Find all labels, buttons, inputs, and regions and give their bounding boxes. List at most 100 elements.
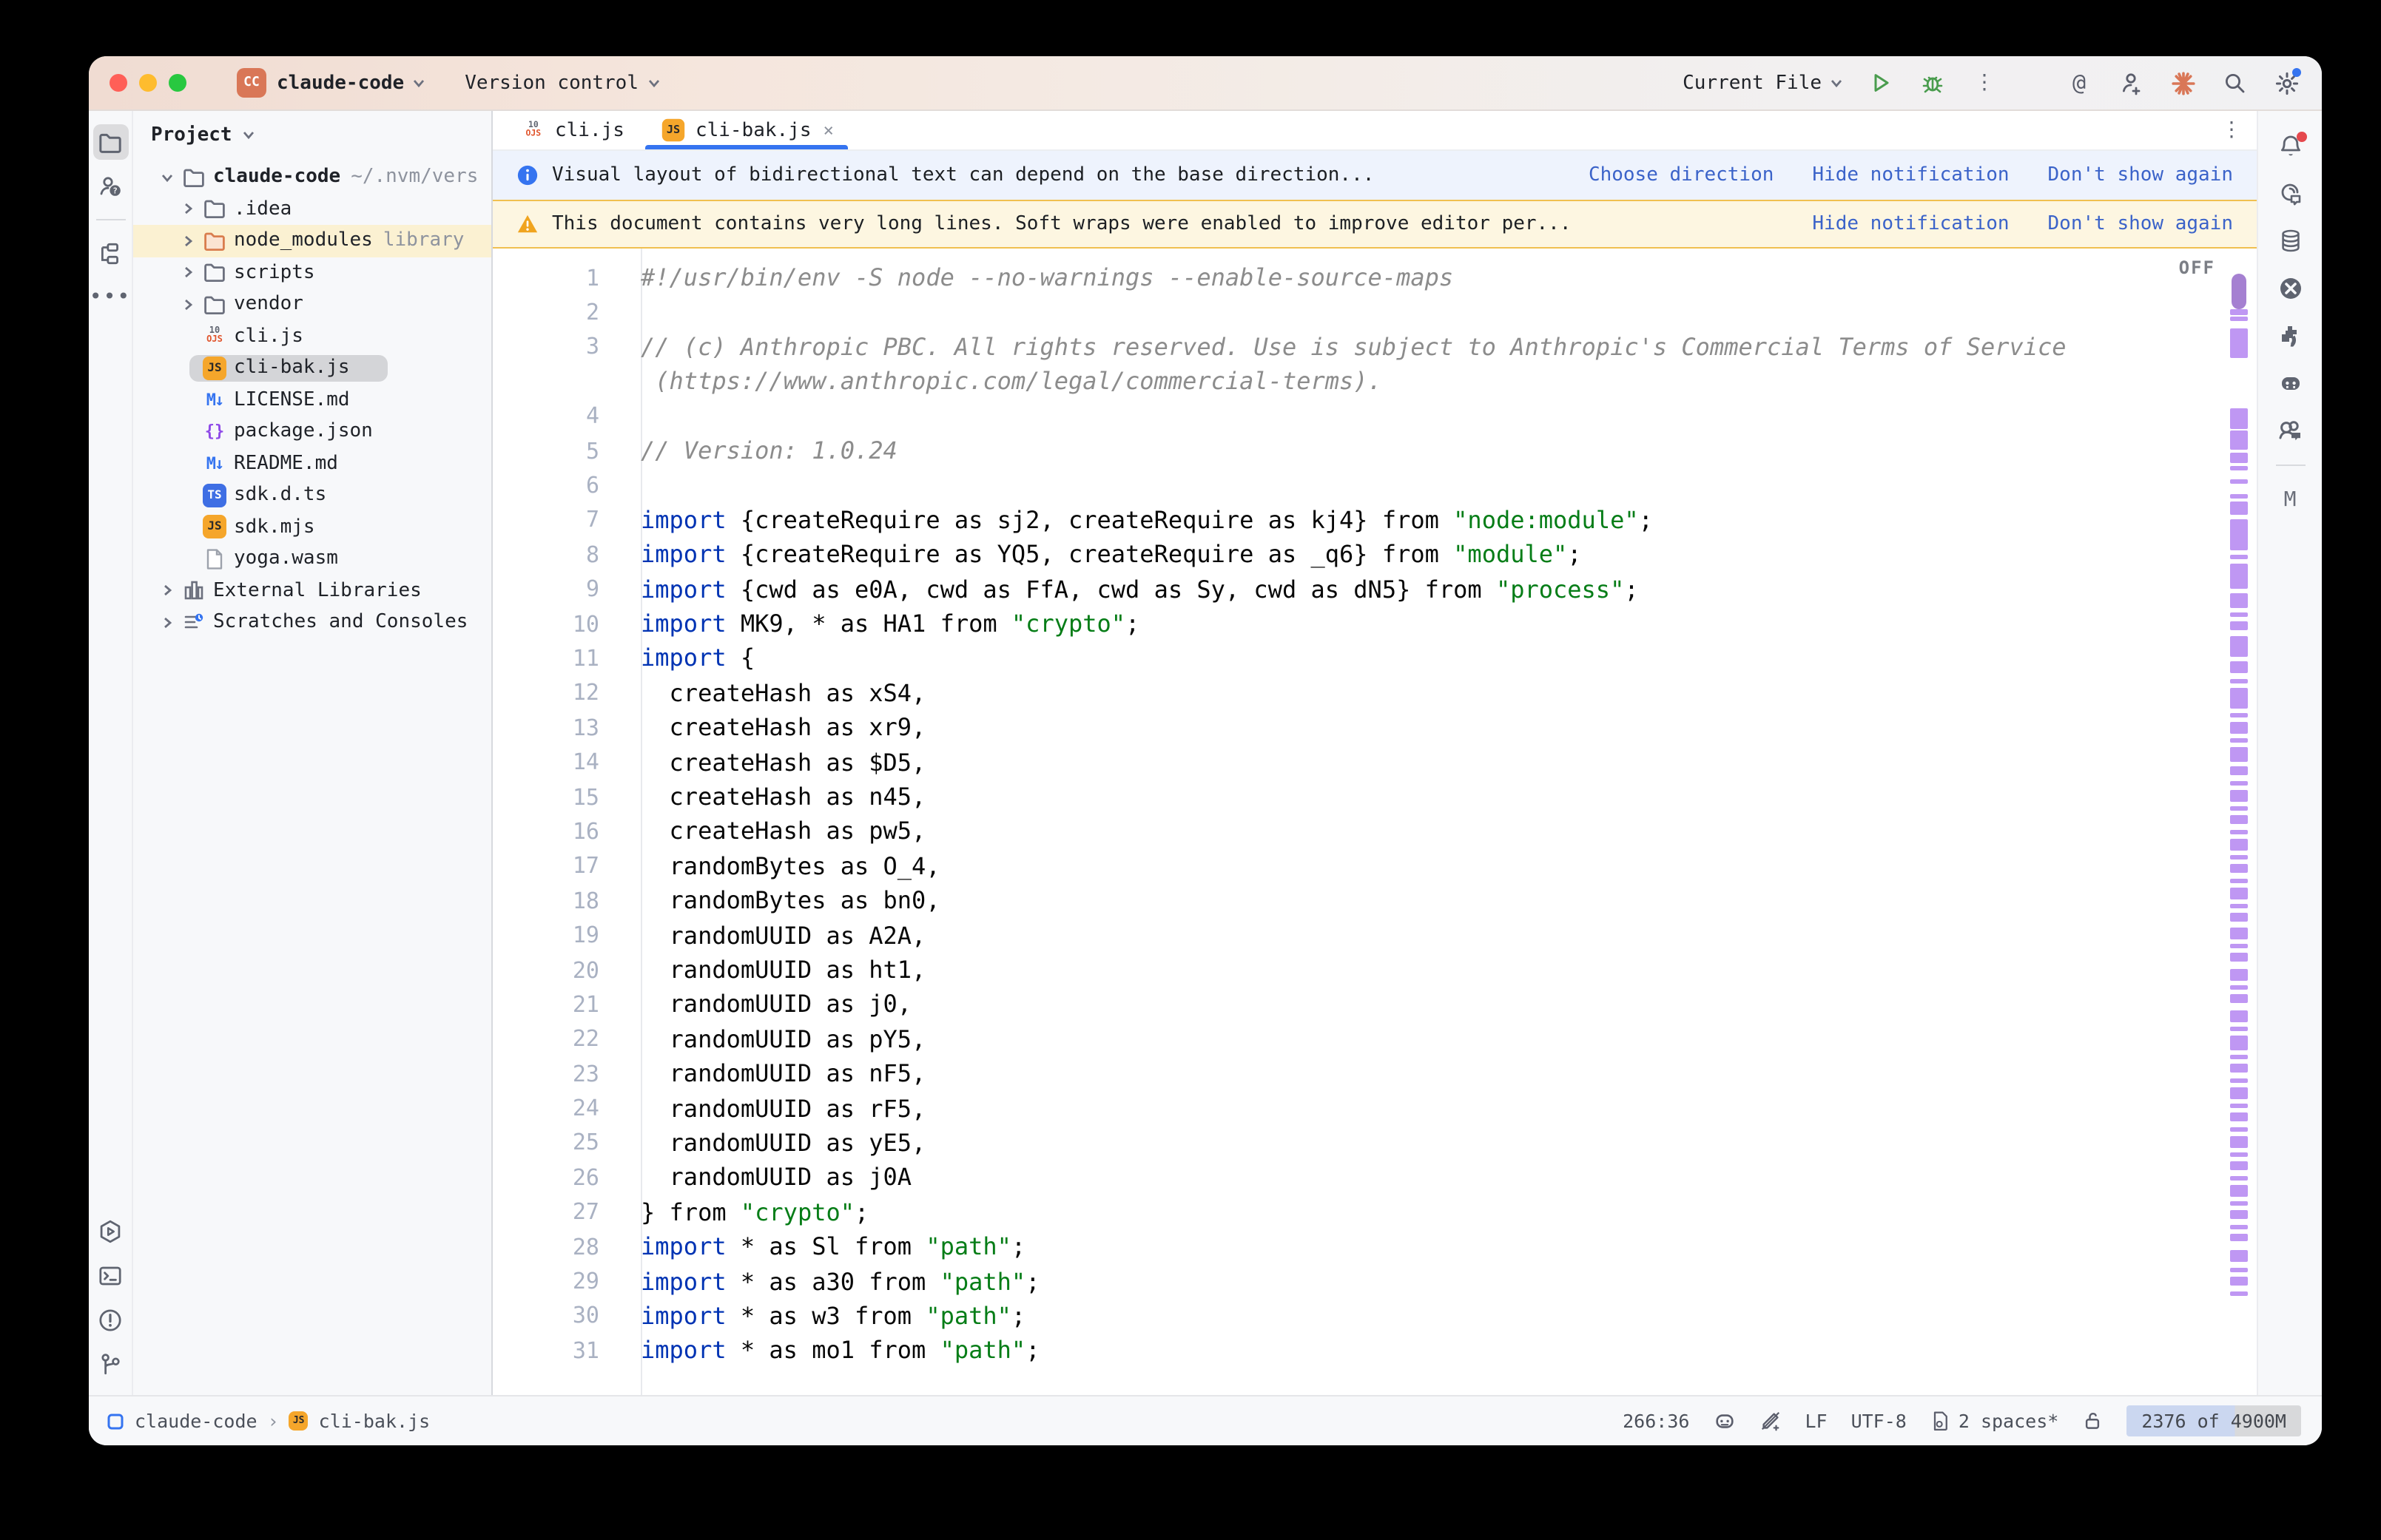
- tree-item-yoga.wasm[interactable]: yoga.wasm: [133, 543, 491, 575]
- tree-item-scripts[interactable]: scripts: [133, 257, 491, 288]
- vcs-change-marker: [2230, 1027, 2248, 1031]
- chevron-right-icon[interactable]: [175, 202, 201, 217]
- chevron-right-icon[interactable]: [154, 584, 181, 598]
- tool-window-button-people-chat[interactable]: [2272, 413, 2308, 448]
- lock-open-icon[interactable]: [2082, 1410, 2103, 1432]
- line-separator-widget[interactable]: LF: [1805, 1410, 1827, 1432]
- tool-window-button-project[interactable]: [92, 124, 128, 160]
- code-editor[interactable]: 1#!/usr/bin/env -S node --no-warnings --…: [493, 249, 2257, 1395]
- code-text: randomUUID as ht1,: [641, 956, 926, 984]
- tree-item-claude-code[interactable]: claude-code~/.nvm/vers: [133, 161, 491, 193]
- readonly-pen-icon[interactable]: [1759, 1410, 1781, 1432]
- vcs-widget[interactable]: Version control: [465, 72, 661, 94]
- tool-window-button-notifications[interactable]: [2272, 129, 2308, 164]
- external-lib-icon: [181, 579, 207, 603]
- soft-wrap-indicator[interactable]: OFF: [2179, 257, 2215, 278]
- vcs-change-marker: [2230, 430, 2248, 450]
- tree-item-.idea[interactable]: .idea: [133, 193, 491, 225]
- banner-link-hide-notification[interactable]: Hide notification: [1812, 213, 2009, 235]
- indent-widget[interactable]: 2 spaces*: [1930, 1410, 2058, 1432]
- tree-item-suffix: library: [383, 230, 465, 252]
- search-everywhere-icon[interactable]: [2220, 68, 2249, 98]
- code-line: 4: [493, 399, 2257, 433]
- code-text: createHash as n45,: [641, 783, 926, 811]
- tree-item-label: cli-bak.js: [234, 357, 350, 379]
- tool-window-button-terminal[interactable]: [92, 1257, 128, 1293]
- project-widget[interactable]: claude-code: [277, 72, 426, 94]
- tool-window-button-problems[interactable]: [92, 1302, 128, 1337]
- json-icon: {}: [201, 424, 228, 440]
- add-user-icon[interactable]: [2116, 68, 2146, 98]
- vcs-change-marker: [2230, 612, 2248, 617]
- settings-gear-icon[interactable]: [2271, 68, 2301, 98]
- tree-item-LICENSE.md[interactable]: M↓LICENSE.md: [133, 384, 491, 416]
- tool-window-button-more[interactable]: •••: [92, 280, 128, 315]
- debug-button[interactable]: [1918, 68, 1947, 98]
- code-line: 14 createHash as $D5,: [493, 745, 2257, 780]
- tree-item-vendor[interactable]: vendor: [133, 288, 491, 320]
- chevron-right-icon[interactable]: [175, 297, 201, 312]
- tree-item-sdk.d.ts[interactable]: TSsdk.d.ts: [133, 479, 491, 511]
- tool-window-button-robot[interactable]: [2272, 365, 2308, 401]
- chevron-right-icon[interactable]: [154, 615, 181, 630]
- tab-list-kebab[interactable]: ⋮: [2221, 118, 2242, 142]
- tree-item-Scratches and Consoles[interactable]: Scratches and Consoles: [133, 607, 491, 638]
- tool-window-button-ai-assistant[interactable]: [2272, 176, 2308, 212]
- tool-window-button-structure[interactable]: [92, 235, 128, 271]
- tree-item-README.md[interactable]: M↓README.md: [133, 448, 491, 479]
- more-actions-kebab[interactable]: ⋮: [1970, 68, 1999, 98]
- tree-item-suffix: ~/.nvm/vers: [351, 166, 478, 189]
- chevron-down-icon[interactable]: [241, 127, 256, 142]
- editor-area: 10OJScli.jsJScli-bak.js×⋮ Visual layout …: [493, 111, 2257, 1395]
- tool-window-button-vcs-user[interactable]: ?: [92, 169, 128, 204]
- tree-item-sdk.mjs[interactable]: JSsdk.mjs: [133, 511, 491, 543]
- run-configuration-selector[interactable]: Current File: [1683, 72, 1844, 94]
- tool-window-button-git-branch[interactable]: [92, 1346, 128, 1382]
- breadcrumb-project[interactable]: claude-code: [135, 1410, 257, 1432]
- copilot-status-icon[interactable]: [1713, 1410, 1735, 1432]
- tree-item-package.json[interactable]: {}package.json: [133, 416, 491, 448]
- memory-indicator[interactable]: 2376 of 4900M: [2126, 1405, 2301, 1436]
- tool-window-button-plugin[interactable]: [2272, 318, 2308, 354]
- tree-item-External Libraries[interactable]: External Libraries: [133, 575, 491, 607]
- breadcrumb-file[interactable]: cli-bak.js: [319, 1410, 431, 1432]
- encoding-widget[interactable]: UTF-8: [1851, 1410, 1907, 1432]
- close-window-button[interactable]: [110, 74, 127, 92]
- code-line: 19 randomUUID as A2A,: [493, 918, 2257, 953]
- vcs-change-marker: [2230, 864, 2248, 873]
- banner-link-don-t-show-again[interactable]: Don't show again: [2048, 164, 2233, 186]
- run-button[interactable]: [1866, 68, 1896, 98]
- code-line: 3// (c) Anthropic PBC. All rights reserv…: [493, 330, 2257, 365]
- tool-window-button-services[interactable]: [92, 1213, 128, 1249]
- line-number: 30: [493, 1303, 641, 1329]
- caret-position-widget[interactable]: 266:36: [1623, 1410, 1689, 1432]
- vcs-change-marker: [2230, 1104, 2248, 1108]
- code-line: 10import MK9, * as HA1 from "crypto";: [493, 607, 2257, 641]
- editor-tab-cli-bak.js[interactable]: JScli-bak.js×: [642, 111, 852, 149]
- banner-link-don-t-show-again[interactable]: Don't show again: [2048, 213, 2233, 235]
- chevron-right-icon[interactable]: [175, 266, 201, 280]
- project-icon: [98, 129, 123, 155]
- banner-link-choose-direction[interactable]: Choose direction: [1589, 164, 1774, 186]
- chevron-down-icon[interactable]: [154, 170, 181, 185]
- markdown-m-icon: M: [2284, 490, 2297, 510]
- error-stripe-scrollbar[interactable]: [2227, 249, 2251, 1395]
- vcs-change-marker: [2230, 408, 2248, 429]
- tree-item-cli.js[interactable]: 10OJScli.js: [133, 320, 491, 352]
- code-with-me-icon[interactable]: @: [2064, 68, 2094, 98]
- vcs-change-marker: [2230, 722, 2248, 734]
- chevron-right-icon[interactable]: [175, 234, 201, 249]
- claude-burst-icon[interactable]: [2168, 68, 2198, 98]
- tree-item-cli-bak.js[interactable]: JScli-bak.js: [133, 352, 491, 384]
- editor-tab-cli.js[interactable]: 10OJScli.js: [502, 111, 642, 149]
- tool-window-button-x-circle[interactable]: [2272, 271, 2308, 306]
- scrollbar-thumb[interactable]: [2232, 274, 2246, 309]
- tool-window-button-database[interactable]: [2272, 223, 2308, 259]
- zoom-window-button[interactable]: [169, 74, 186, 92]
- minimize-window-button[interactable]: [139, 74, 157, 92]
- tree-item-node_modules[interactable]: node_moduleslibrary: [133, 225, 491, 257]
- banner-link-hide-notification[interactable]: Hide notification: [1812, 164, 2009, 186]
- module-icon: [107, 1412, 124, 1430]
- tool-window-button-markdown-m[interactable]: M: [2272, 482, 2308, 518]
- tab-close-icon[interactable]: ×: [824, 120, 834, 141]
